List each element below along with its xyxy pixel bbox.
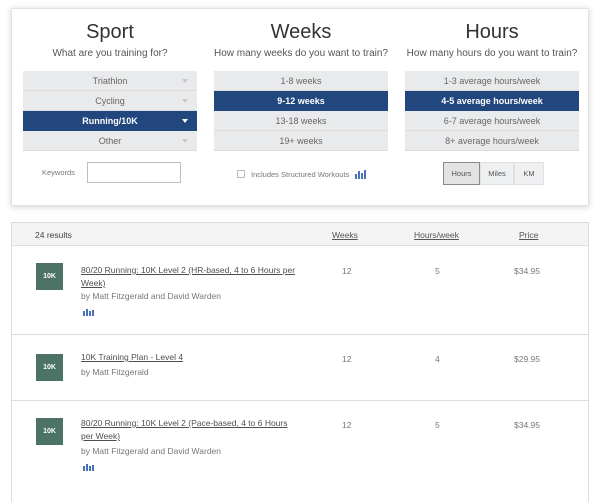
sport-filter: Sport What are you training for? Triathl… bbox=[23, 9, 197, 151]
weeks-subtitle: How many weeks do you want to train? bbox=[214, 48, 388, 59]
plan-author: by Matt Fitzgerald and David Warden bbox=[81, 446, 221, 456]
hours-subtitle: How many hours do you want to train? bbox=[406, 48, 578, 59]
plan-hours: 4 bbox=[435, 354, 440, 364]
hours-title: Hours bbox=[465, 21, 519, 43]
caret-down-icon bbox=[182, 79, 188, 83]
bar-chart-icon bbox=[83, 462, 94, 471]
caret-down-icon bbox=[182, 139, 188, 143]
plan-price: $34.95 bbox=[514, 266, 540, 276]
unit-miles-button[interactable]: Miles bbox=[480, 162, 514, 185]
caret-down-icon bbox=[182, 119, 188, 123]
weeks-title: Weeks bbox=[270, 21, 332, 43]
weeks-option-13-18[interactable]: 13-18 weeks bbox=[214, 111, 388, 131]
plan-weeks: 12 bbox=[342, 354, 352, 364]
plan-title-link[interactable]: 80/20 Running: 10K Level 2 (Pace-based, … bbox=[81, 417, 301, 443]
hours-option-4-5[interactable]: 4-5 average hours/week bbox=[405, 91, 579, 111]
plan-badge: 10K bbox=[36, 354, 63, 381]
plan-weeks: 12 bbox=[342, 266, 352, 276]
sport-title: Sport bbox=[86, 21, 134, 43]
unit-hours-button[interactable]: Hours bbox=[443, 162, 480, 185]
unit-km-button[interactable]: KM bbox=[514, 162, 544, 185]
sport-option-cycling[interactable]: Cycling bbox=[23, 91, 197, 111]
sort-weeks-link[interactable]: Weeks bbox=[332, 230, 358, 240]
hours-option-6-7[interactable]: 6-7 average hours/week bbox=[405, 111, 579, 131]
sort-price-link[interactable]: Price bbox=[519, 230, 538, 240]
sport-option-running[interactable]: Running/10K bbox=[23, 111, 197, 131]
weeks-filter: Weeks How many weeks do you want to trai… bbox=[214, 9, 388, 151]
plan-author: by Matt Fitzgerald and David Warden bbox=[81, 291, 221, 301]
table-row: 10K 80/20 Running: 10K Level 2 (Pace-bas… bbox=[12, 401, 588, 481]
weeks-options: 1-8 weeks 9-12 weeks 13-18 weeks 19+ wee… bbox=[214, 71, 388, 151]
plan-price: $29.95 bbox=[514, 354, 540, 364]
option-label: Cycling bbox=[95, 96, 125, 106]
sort-hours-link[interactable]: Hours/week bbox=[414, 230, 459, 240]
weeks-option-1-8[interactable]: 1-8 weeks bbox=[214, 71, 388, 91]
hours-option-8-plus[interactable]: 8+ average hours/week bbox=[405, 131, 579, 151]
plan-author: by Matt Fitzgerald bbox=[81, 367, 149, 377]
filter-panel: Sport What are you training for? Triathl… bbox=[11, 8, 589, 206]
unit-toggle: Hours Miles KM bbox=[443, 162, 544, 185]
sport-options: Triathlon Cycling Running/10K Other bbox=[23, 71, 197, 151]
sport-option-other[interactable]: Other bbox=[23, 131, 197, 151]
bar-chart-icon bbox=[83, 307, 94, 316]
plan-weeks: 12 bbox=[342, 420, 352, 430]
plan-badge: 10K bbox=[36, 418, 63, 445]
plan-title-link[interactable]: 10K Training Plan - Level 4 bbox=[81, 351, 301, 364]
weeks-option-9-12[interactable]: 9-12 weeks bbox=[214, 91, 388, 111]
bar-chart-icon bbox=[355, 169, 367, 179]
results-header: 24 results Weeks Hours/week Price bbox=[12, 223, 588, 246]
option-label: Other bbox=[98, 136, 122, 146]
hours-options: 1-3 average hours/week 4-5 average hours… bbox=[405, 71, 579, 151]
option-label: Running/10K bbox=[82, 116, 138, 126]
caret-down-icon bbox=[182, 99, 188, 103]
plan-badge: 10K bbox=[36, 263, 63, 290]
table-row: 10K 10K Training Plan - Level 4 by Matt … bbox=[12, 335, 588, 401]
sport-option-triathlon[interactable]: Triathlon bbox=[23, 71, 197, 91]
hours-option-1-3[interactable]: 1-3 average hours/week bbox=[405, 71, 579, 91]
results-table: 24 results Weeks Hours/week Price 10K 80… bbox=[11, 222, 589, 502]
structured-workouts-label: Includes Structured Workouts bbox=[251, 169, 350, 179]
keywords-label: Keywords bbox=[42, 168, 75, 177]
plan-hours: 5 bbox=[435, 420, 440, 430]
plan-hours: 5 bbox=[435, 266, 440, 276]
keywords-input[interactable] bbox=[87, 162, 181, 183]
structured-workouts-filter: Includes Structured Workouts bbox=[237, 168, 367, 180]
results-count: 24 results bbox=[35, 230, 72, 240]
plan-price: $34.95 bbox=[514, 420, 540, 430]
hours-filter: Hours How many hours do you want to trai… bbox=[405, 9, 579, 151]
plan-title-link[interactable]: 80/20 Running: 10K Level 2 (HR-based, 4 … bbox=[81, 264, 301, 290]
sport-subtitle: What are you training for? bbox=[52, 48, 168, 59]
weeks-option-19-plus[interactable]: 19+ weeks bbox=[214, 131, 388, 151]
structured-workouts-checkbox[interactable] bbox=[237, 170, 245, 178]
table-row: 10K 80/20 Running: 10K Level 2 (HR-based… bbox=[12, 246, 588, 335]
option-label: Triathlon bbox=[92, 76, 128, 86]
